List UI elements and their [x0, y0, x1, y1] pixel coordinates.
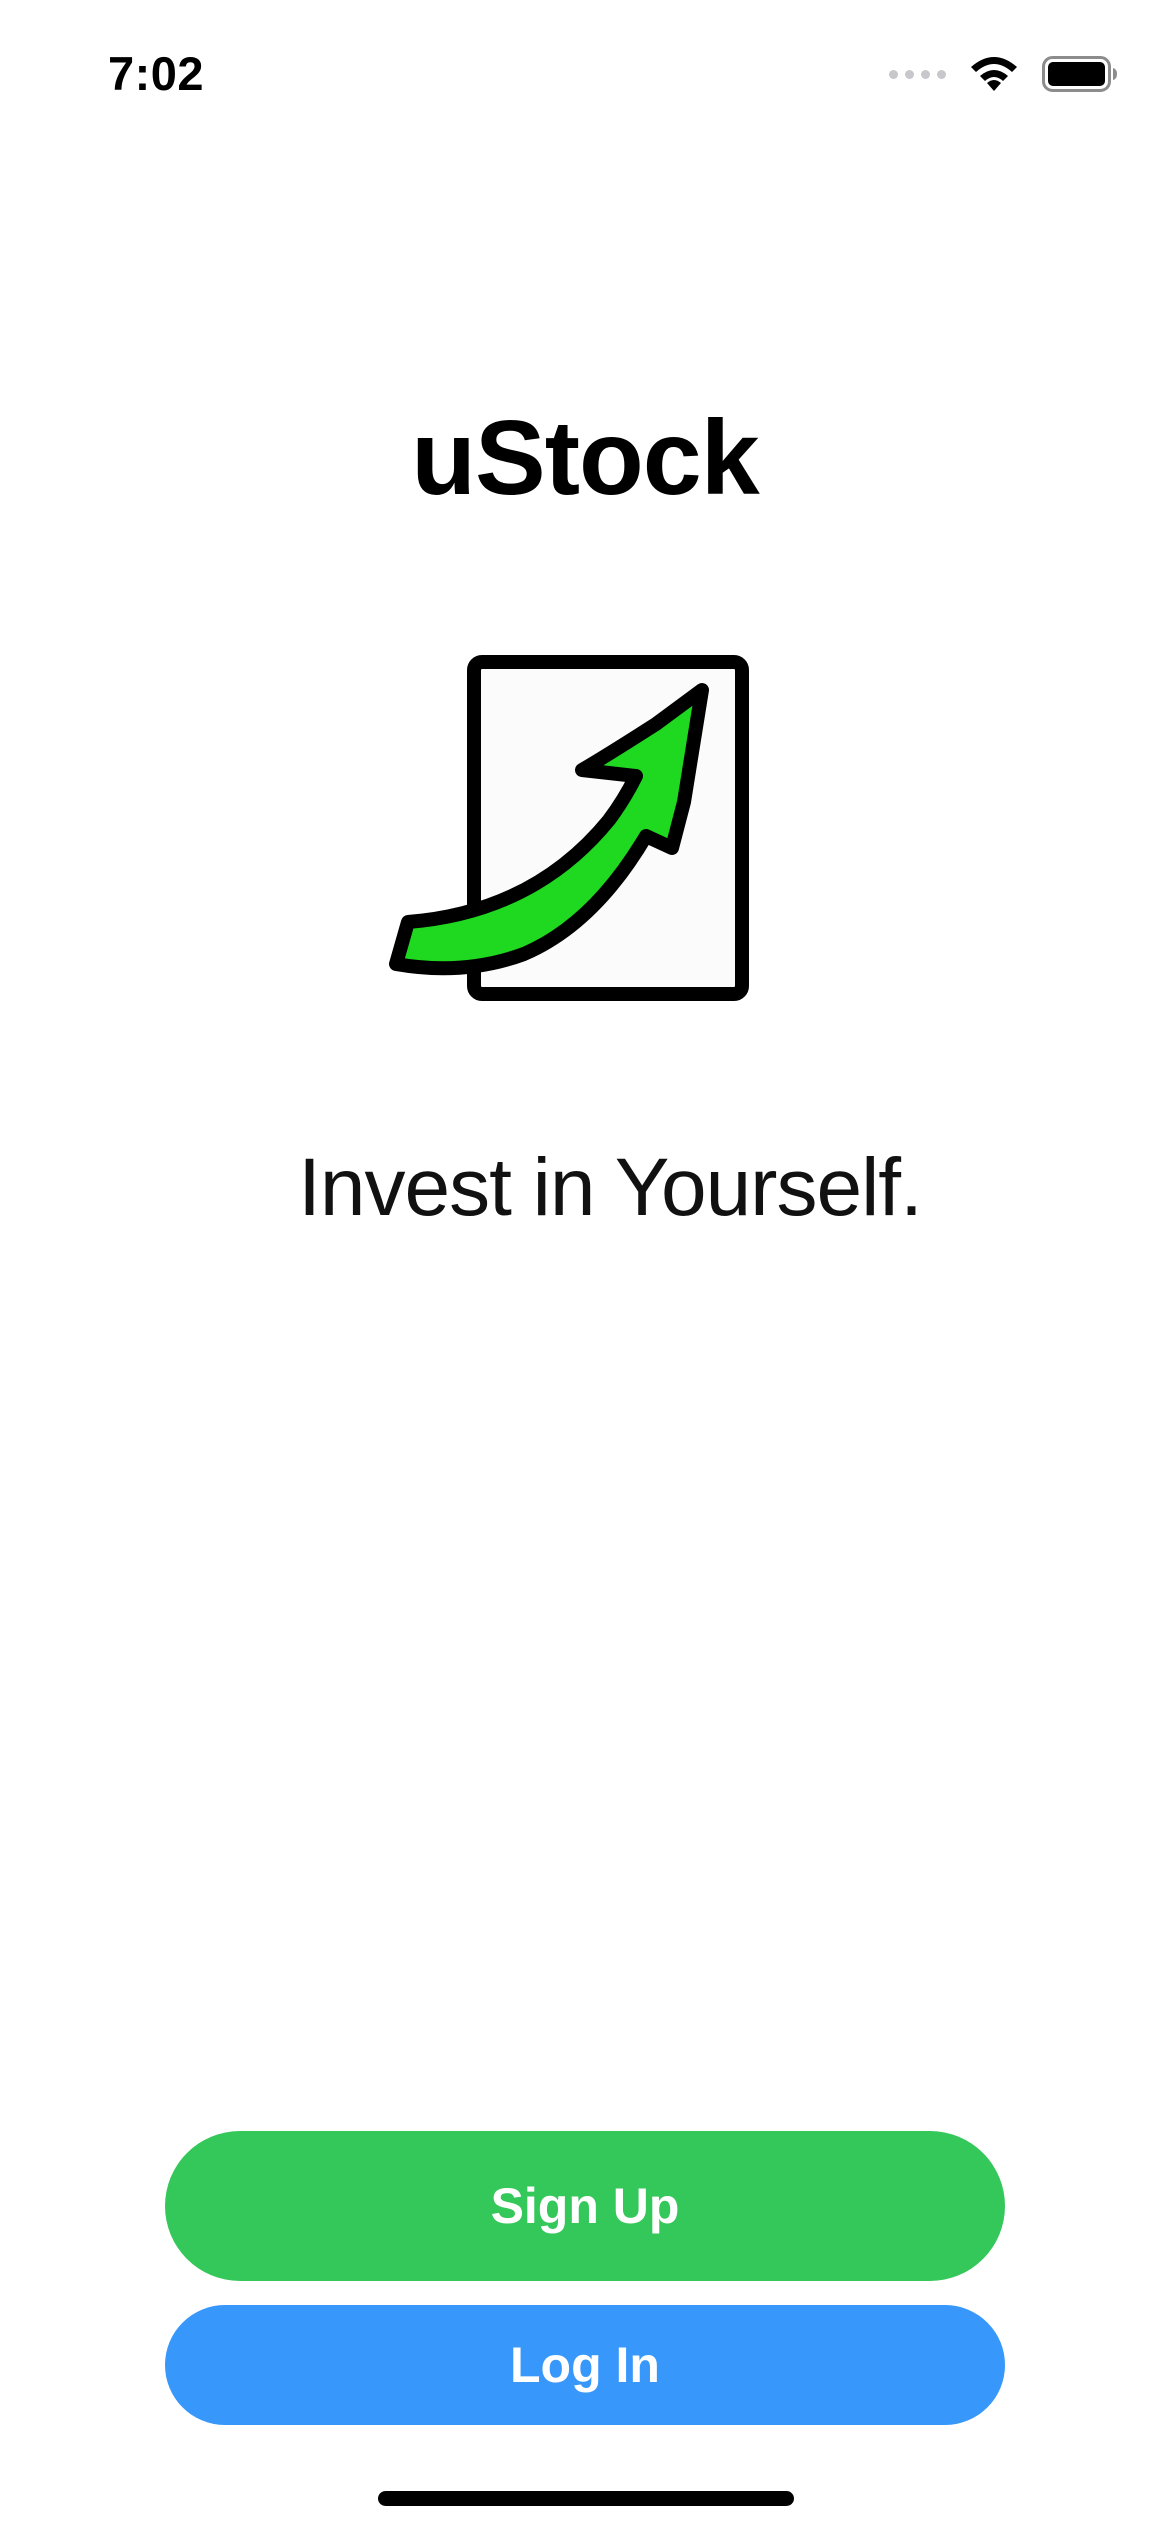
wifi-icon	[971, 57, 1017, 91]
home-indicator[interactable]	[378, 2491, 794, 2506]
log-in-button[interactable]: Log In	[165, 2305, 1005, 2425]
sign-up-button[interactable]: Sign Up	[165, 2131, 1005, 2281]
app-title: uStock	[411, 399, 759, 517]
battery-icon	[1042, 56, 1117, 92]
cellular-signal-icon	[889, 69, 946, 79]
status-bar: 7:02	[0, 0, 1170, 150]
stock-growth-logo-icon	[389, 655, 749, 1001]
status-icons	[889, 52, 1118, 96]
tagline: Invest in Yourself.	[298, 1142, 923, 1233]
status-time: 7:02	[108, 47, 205, 100]
